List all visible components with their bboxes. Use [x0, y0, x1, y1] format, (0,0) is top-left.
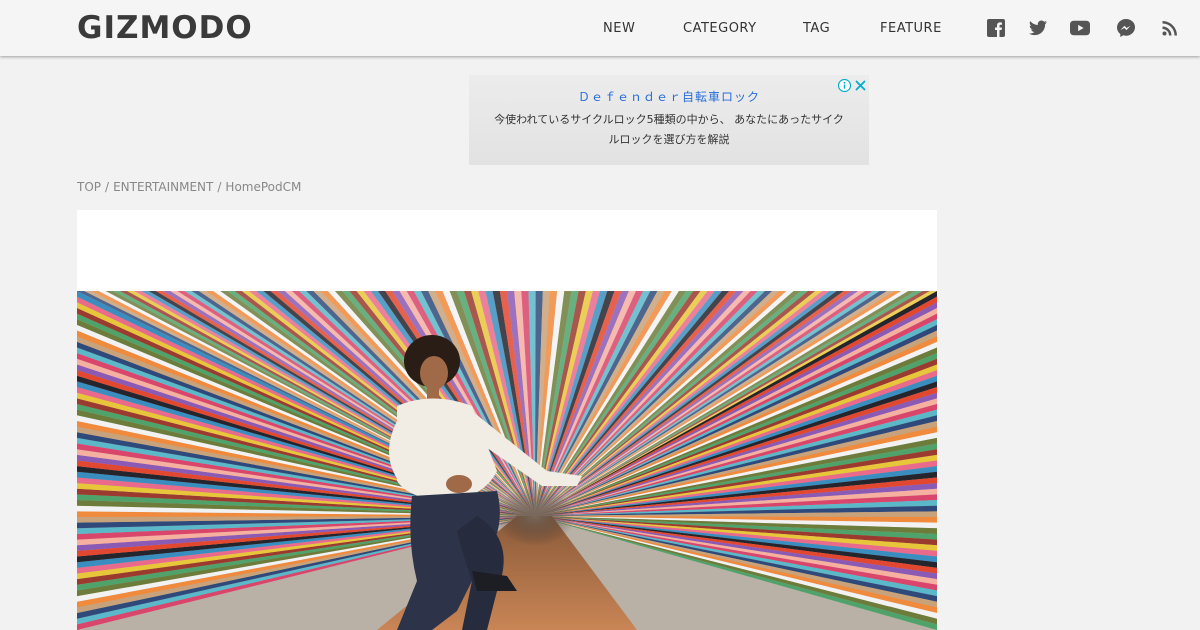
breadcrumb-current: HomePodCM — [225, 180, 302, 194]
site-header: GIZMODO NEW CATEGORY TAG FEATURE — [0, 0, 1200, 56]
nav-item-new[interactable]: NEW — [603, 0, 635, 56]
close-icon[interactable] — [854, 77, 867, 91]
advertisement[interactable]: Ｄｅｆｅｎｄｅｒ自転車ロック 今使われているサイクルロック5種類の中から、 あな… — [469, 75, 869, 165]
ad-title-link[interactable]: Ｄｅｆｅｎｄｅｒ自転車ロック — [469, 88, 869, 105]
hero-image — [77, 291, 937, 630]
adchoices-icon[interactable] — [837, 77, 852, 93]
youtube-icon[interactable] — [1070, 18, 1090, 38]
gizmodo-logo[interactable]: GIZMODO — [77, 9, 253, 47]
nav-feature-link[interactable]: FEATURE — [880, 21, 942, 36]
hero-illustration — [77, 291, 937, 630]
nav-new-link[interactable]: NEW — [603, 21, 635, 36]
rss-icon[interactable] — [1160, 18, 1180, 38]
breadcrumb-top[interactable]: TOP — [77, 180, 101, 194]
breadcrumb-separator: / — [217, 180, 222, 194]
nav-item-tag[interactable]: TAG — [803, 0, 830, 56]
twitter-icon[interactable] — [1028, 18, 1048, 38]
nav-item-category[interactable]: CATEGORY — [683, 0, 757, 56]
nav-item-feature[interactable]: FEATURE — [880, 0, 942, 56]
breadcrumb-separator: / — [105, 180, 110, 194]
tunnel-vanishing-point — [495, 486, 575, 546]
ad-body-text[interactable]: 今使われているサイクルロック5種類の中から、 あなたにあったサイクルロックを選び… — [489, 110, 849, 150]
breadcrumb-entertainment[interactable]: ENTERTAINMENT — [113, 180, 213, 194]
facebook-icon[interactable] — [986, 18, 1006, 38]
messenger-icon[interactable] — [1116, 18, 1136, 38]
article-header-area — [77, 210, 937, 291]
nav-tag-link[interactable]: TAG — [803, 21, 830, 36]
nav-category-link[interactable]: CATEGORY — [683, 21, 757, 36]
breadcrumb: TOP / ENTERTAINMENT / HomePodCM — [77, 180, 301, 194]
